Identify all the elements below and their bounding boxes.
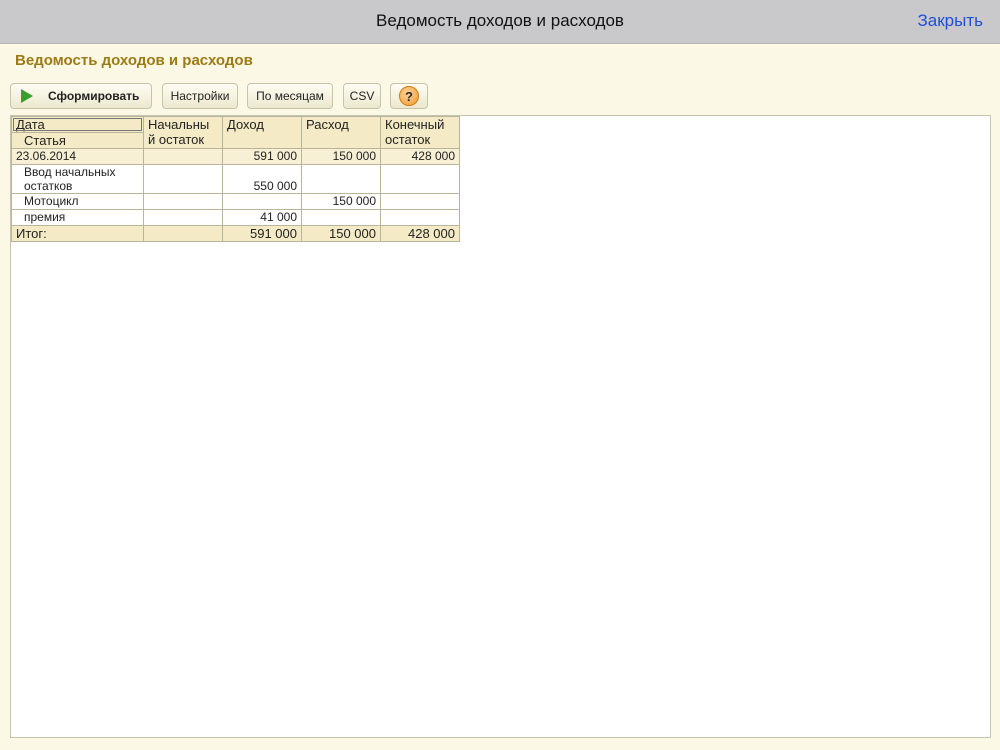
- by-months-button[interactable]: По месяцам: [247, 83, 333, 109]
- header-date[interactable]: Дата: [11, 116, 144, 133]
- header-closing-line2: остаток: [385, 132, 431, 147]
- row-expense: 150 000: [301, 193, 381, 210]
- row-income: 41 000: [222, 209, 302, 226]
- row-closing: [380, 164, 460, 194]
- header-opening-line1: Начальны: [148, 117, 210, 132]
- table-row[interactable]: Ввод начальных остатков 550 000: [11, 164, 460, 194]
- group-closing: 428 000: [380, 148, 460, 165]
- row-label: премия: [11, 209, 144, 226]
- generate-button-label: Сформировать: [48, 89, 140, 103]
- report-table: Дата Начальны й остаток Доход Расход Коне…: [11, 116, 460, 242]
- group-expense: 150 000: [301, 148, 381, 165]
- row-opening: [143, 164, 223, 194]
- group-income: 591 000: [222, 148, 302, 165]
- row-label-line1: Ввод начальных: [24, 165, 116, 179]
- row-expense: [301, 164, 381, 194]
- play-icon: [21, 89, 33, 103]
- header-income: Доход: [222, 116, 302, 149]
- header-opening-line2: й остаток: [148, 132, 205, 147]
- header-closing-line1: Конечный: [385, 117, 445, 132]
- window-title: Ведомость доходов и расходов: [376, 11, 624, 30]
- row-closing: [380, 193, 460, 210]
- csv-button[interactable]: CSV: [343, 83, 381, 109]
- header-opening: Начальны й остаток: [143, 116, 223, 149]
- table-row[interactable]: Мотоцикл 150 000: [11, 193, 460, 210]
- total-expense: 150 000: [301, 225, 381, 242]
- row-label: Ввод начальных остатков: [11, 164, 144, 194]
- header-article: Статья: [11, 132, 144, 149]
- group-opening: [143, 148, 223, 165]
- table-row-group[interactable]: 23.06.2014 591 000 150 000 428 000: [11, 148, 460, 165]
- header-expense: Расход: [301, 116, 381, 149]
- header-date-label: Дата: [12, 117, 143, 132]
- total-row[interactable]: Итог: 591 000 150 000 428 000: [11, 225, 460, 242]
- settings-button[interactable]: Настройки: [162, 83, 238, 109]
- row-expense: [301, 209, 381, 226]
- row-opening: [143, 193, 223, 210]
- row-income: [222, 193, 302, 210]
- row-income: 550 000: [222, 164, 302, 194]
- close-button[interactable]: Закрыть: [918, 11, 983, 31]
- row-opening: [143, 209, 223, 226]
- row-closing: [380, 209, 460, 226]
- generate-button[interactable]: Сформировать: [10, 83, 152, 109]
- total-label: Итог:: [11, 225, 144, 242]
- help-button[interactable]: ?: [390, 83, 428, 109]
- form-header: Ведомость доходов и расходов: [15, 52, 253, 69]
- report-area[interactable]: Дата Начальны й остаток Доход Расход Коне…: [10, 115, 991, 738]
- total-opening: [143, 225, 223, 242]
- row-label: Мотоцикл: [11, 193, 144, 210]
- title-bar: Ведомость доходов и расходов Закрыть: [0, 0, 1000, 44]
- table-row[interactable]: премия 41 000: [11, 209, 460, 226]
- header-closing: Конечный остаток: [380, 116, 460, 149]
- row-label-line2: остатков: [24, 179, 73, 193]
- help-icon: ?: [399, 86, 419, 106]
- group-label: 23.06.2014: [11, 148, 144, 165]
- total-closing: 428 000: [380, 225, 460, 242]
- total-income: 591 000: [222, 225, 302, 242]
